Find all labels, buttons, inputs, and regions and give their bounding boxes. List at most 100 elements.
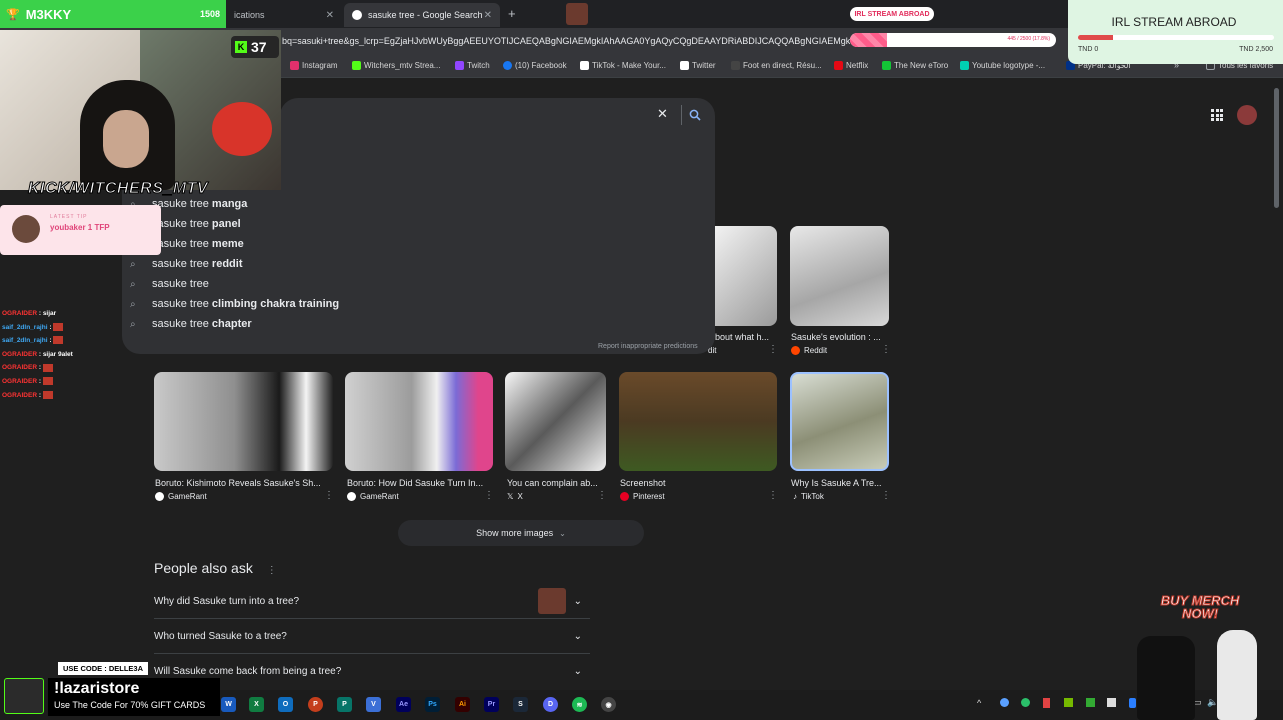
- tray-app-icon[interactable]: [1107, 698, 1116, 707]
- clear-search-icon[interactable]: ✕: [657, 106, 668, 122]
- image-caption[interactable]: Boruto: Kishimoto Reveals Sasuke's Sh...: [155, 478, 330, 488]
- suggestion-item[interactable]: ⌕ sasuke tree chapter: [130, 318, 252, 330]
- excel-icon[interactable]: X: [249, 697, 264, 712]
- show-more-images-button[interactable]: Show more images ⌄: [398, 520, 644, 546]
- more-options-icon[interactable]: ⋮: [267, 565, 277, 576]
- bookmark-foot[interactable]: Foot en direct, Résu...: [731, 61, 822, 70]
- illustrator-icon[interactable]: Ai: [455, 697, 470, 712]
- bookmark-facebook[interactable]: (10) Facebook: [503, 61, 567, 70]
- image-source[interactable]: 𝕏X: [507, 492, 523, 501]
- more-options-icon[interactable]: ⋮: [484, 490, 494, 501]
- bookmark-label: The New eToro: [894, 61, 949, 70]
- bookmark-etoro[interactable]: The New eToro: [882, 61, 948, 70]
- image-thumbnail[interactable]: [154, 372, 333, 471]
- more-options-icon[interactable]: ⋮: [597, 490, 607, 501]
- suggestion-item[interactable]: ⌕ sasuke tree: [130, 278, 209, 290]
- close-tab-icon[interactable]: ✕: [326, 10, 334, 21]
- photoshop-icon[interactable]: Ps: [425, 697, 440, 712]
- irl-goal-widget: IRL STREAM ABROAD TND 0 TND 2,500: [1068, 0, 1283, 64]
- tray-app-icon[interactable]: [1043, 698, 1050, 708]
- chat-message: OGRAIDER :: [2, 389, 122, 403]
- bookmark-tiktok[interactable]: TikTok - Make Your...: [580, 61, 666, 70]
- tray-app-icon[interactable]: [1021, 698, 1030, 707]
- outlook-icon[interactable]: O: [278, 697, 293, 712]
- discord-icon[interactable]: D: [543, 697, 558, 712]
- bookmark-netflix[interactable]: Netflix: [834, 61, 868, 70]
- trophy-icon: 🏆: [6, 8, 20, 21]
- latest-tip-widget: LATEST TIP youbaker 1 TFP: [0, 205, 161, 255]
- more-options-icon[interactable]: ⋮: [881, 344, 891, 355]
- x-icon: 𝕏: [507, 492, 514, 501]
- new-tab-icon[interactable]: +: [508, 6, 516, 21]
- close-tab-icon[interactable]: ✕: [484, 10, 492, 21]
- image-caption[interactable]: Why Is Sasuke A Tre...: [791, 478, 889, 488]
- chat-message: saif_2dln_rajhi :: [2, 334, 122, 348]
- image-caption[interactable]: Sasuke's evolution : ...: [791, 332, 889, 342]
- search-icon[interactable]: [689, 109, 701, 121]
- browser-tab-active[interactable]: sasuke tree - Google Search ✕: [344, 3, 500, 27]
- merch-title: BUY MERCH NOW!: [1160, 593, 1240, 621]
- chat-message: OGRAIDER :: [2, 361, 122, 375]
- foot-icon: [731, 61, 740, 70]
- image-caption[interactable]: Boruto: How Did Sasuke Turn In...: [347, 478, 491, 488]
- image-source[interactable]: Pinterest: [620, 492, 665, 501]
- image-source[interactable]: GameRant: [347, 492, 399, 501]
- image-thumbnail[interactable]: [619, 372, 777, 471]
- image-thumbnail[interactable]: [790, 372, 889, 471]
- suggestion-item[interactable]: ⌕ sasuke tree reddit: [130, 258, 242, 270]
- bookmark-twitch[interactable]: Twitch: [455, 61, 490, 70]
- word-icon[interactable]: W: [221, 697, 236, 712]
- powerpoint-icon[interactable]: P: [308, 697, 323, 712]
- more-options-icon[interactable]: ⋮: [881, 490, 891, 501]
- report-predictions-link[interactable]: Report inappropriate predictions: [598, 343, 698, 350]
- emote-icon: [53, 336, 64, 345]
- url-field[interactable]: bq=sasuki+tree&gs_lcrp=EgZjaHJvbWUyBggAE…: [282, 36, 852, 46]
- visual-studio-icon[interactable]: V: [366, 697, 381, 712]
- image-caption[interactable]: bout what h...: [715, 332, 775, 342]
- steam-icon[interactable]: S: [513, 697, 528, 712]
- source-label: TikTok: [801, 492, 824, 501]
- more-options-icon[interactable]: ⋮: [768, 490, 778, 501]
- account-avatar[interactable]: [1237, 105, 1257, 125]
- tray-app-icon[interactable]: [1000, 698, 1009, 707]
- publisher-icon[interactable]: P: [337, 697, 352, 712]
- image-thumbnail[interactable]: [345, 372, 493, 471]
- paa-question[interactable]: Why did Sasuke turn into a tree? ⌄: [154, 584, 590, 619]
- bookmark-twitter[interactable]: Twitter: [680, 61, 716, 70]
- more-options-icon[interactable]: ⋮: [324, 490, 334, 501]
- irl-goal-bar: [1078, 35, 1274, 40]
- bookmark-instagram[interactable]: Instagram: [290, 61, 338, 70]
- image-thumbnail[interactable]: [715, 226, 777, 326]
- premiere-icon[interactable]: Pr: [484, 697, 499, 712]
- bookmark-kick[interactable]: Witchers_mtv Strea...: [352, 61, 440, 70]
- suggestion-bold: panel: [211, 218, 241, 230]
- image-source[interactable]: dit: [708, 346, 716, 355]
- image-thumbnail[interactable]: [790, 226, 889, 326]
- image-caption[interactable]: You can complain ab...: [507, 478, 605, 488]
- image-source[interactable]: ♪ TikTok: [793, 492, 824, 501]
- spotify-icon[interactable]: ≋: [572, 697, 587, 712]
- tray-app-icon[interactable]: [1086, 698, 1095, 707]
- search-input[interactable]: ✕: [280, 98, 715, 132]
- image-source[interactable]: GameRant: [155, 492, 207, 501]
- after-effects-icon[interactable]: Ae: [396, 697, 411, 712]
- browser-tab[interactable]: ications ✕: [226, 3, 342, 27]
- nvidia-icon[interactable]: [1064, 698, 1073, 707]
- kick-viewers-badge: K 37: [231, 36, 279, 58]
- instagram-icon: [290, 61, 299, 70]
- promo-code-overlay: USE CODE : DELLE3A !lazaristore Use The …: [0, 662, 220, 720]
- tray-chevron-up-icon[interactable]: ^: [977, 698, 981, 708]
- chat-user: OGRAIDER: [2, 391, 38, 399]
- suggestion-item[interactable]: ⌕ sasuke tree climbing chakra training: [130, 298, 339, 310]
- image-thumbnail[interactable]: [505, 372, 606, 471]
- promo-title: !lazaristore: [54, 680, 140, 697]
- image-source[interactable]: Reddit: [791, 346, 827, 355]
- paa-question[interactable]: Who turned Sasuke to a tree? ⌄: [154, 619, 590, 654]
- people-also-ask-title: People also ask ⋮: [154, 560, 277, 576]
- bookmark-youtube-logotype[interactable]: Youtube logotype -...: [960, 61, 1045, 70]
- scrollbar-thumb[interactable]: [1274, 88, 1279, 208]
- image-caption[interactable]: Screenshot: [620, 478, 770, 488]
- more-options-icon[interactable]: ⋮: [768, 344, 778, 355]
- apps-grid-icon[interactable]: [1211, 109, 1223, 121]
- chrome-icon[interactable]: ◉: [601, 697, 616, 712]
